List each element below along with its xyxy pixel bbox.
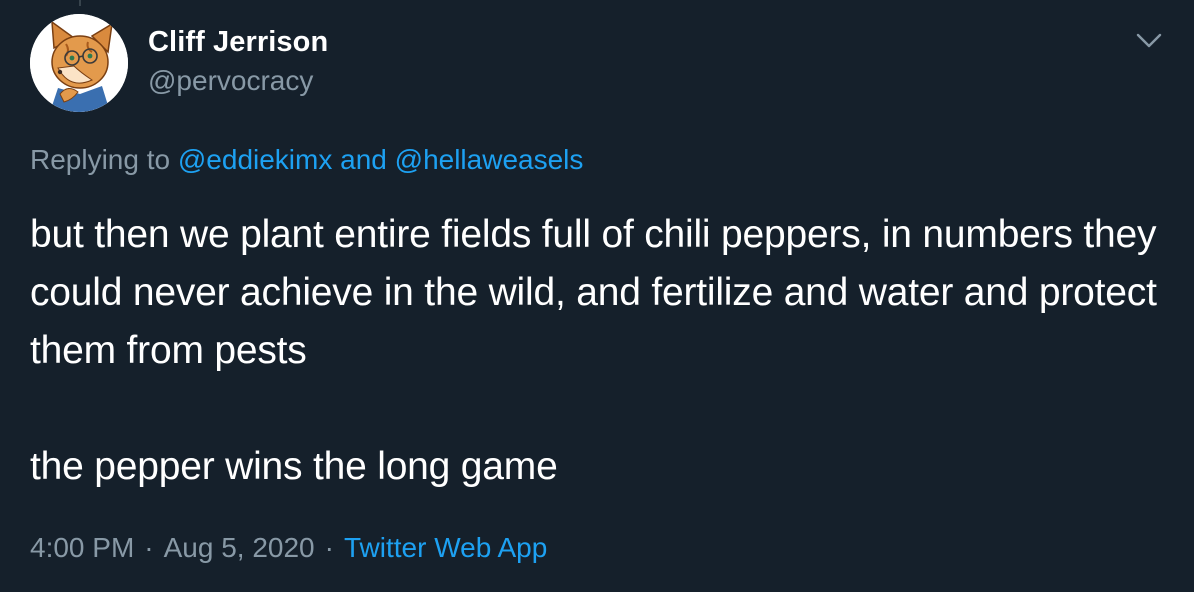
meta-separator: · (324, 532, 334, 563)
author-display-name[interactable]: Cliff Jerrison (148, 26, 328, 59)
tweet-text-paragraph: but then we plant entire fields full of … (30, 213, 1157, 372)
tweet-card: Cliff Jerrison @pervocracy Replying to @… (0, 0, 1194, 592)
avatar[interactable] (30, 14, 128, 112)
fox-cartoon-avatar-icon (30, 14, 128, 112)
author-handle[interactable]: @pervocracy (148, 65, 313, 97)
reply-user-link-2[interactable]: @hellaweasels (395, 144, 584, 175)
chevron-down-icon (1136, 33, 1162, 48)
reply-user-link-1[interactable]: @eddiekimx (178, 144, 332, 175)
tweet-date[interactable]: Aug 5, 2020 (164, 532, 315, 563)
thread-connector (79, 0, 81, 6)
tweet-source-link[interactable]: Twitter Web App (344, 532, 547, 563)
tweet-text-paragraph: the pepper wins the long game (30, 445, 558, 488)
reply-conjunction: and (340, 144, 387, 175)
tweet-menu-button[interactable] (1131, 26, 1167, 56)
tweet-time[interactable]: 4:00 PM (30, 532, 134, 563)
replying-to: Replying to @eddiekimx and @hellaweasels (30, 144, 583, 176)
tweet-text: but then we plant entire fields full of … (30, 206, 1180, 496)
replying-to-label: Replying to (30, 144, 171, 175)
tweet-metadata: 4:00 PM · Aug 5, 2020 · Twitter Web App (30, 532, 547, 564)
meta-separator: · (144, 532, 154, 563)
